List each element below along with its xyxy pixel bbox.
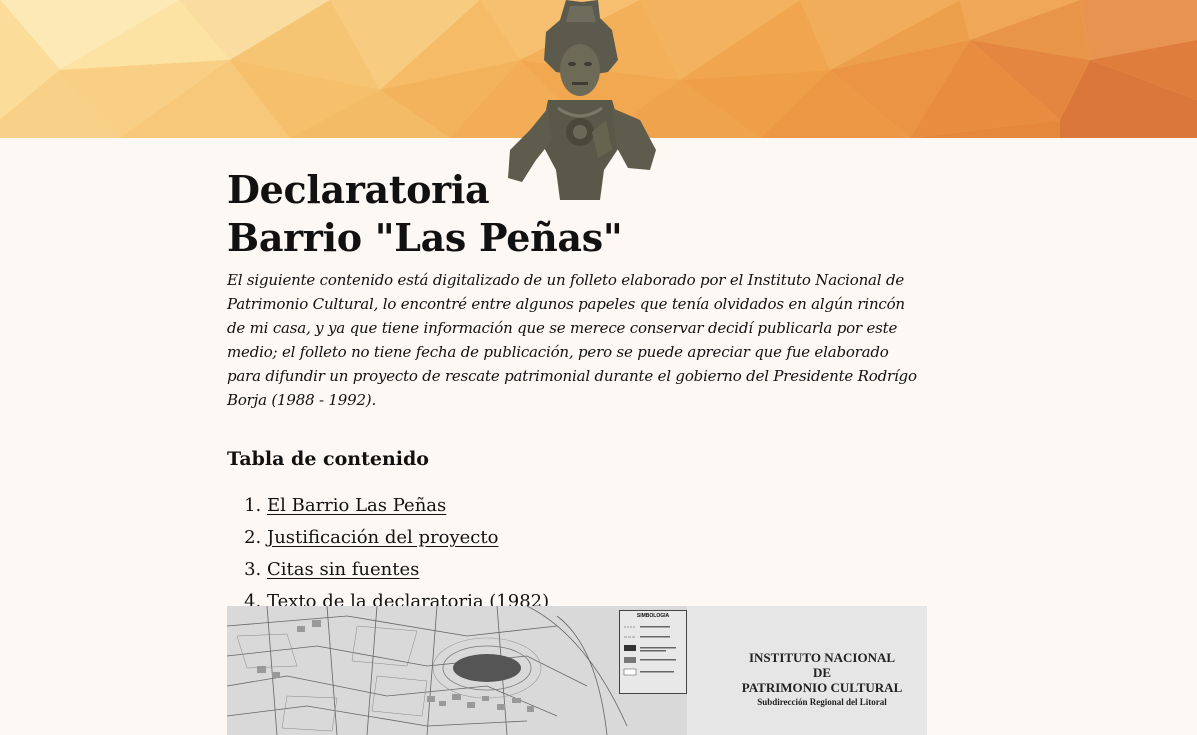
toc-link-justificacion[interactable]: Justificación del proyecto <box>267 527 498 548</box>
title-line-1: Declaratoria <box>227 167 490 212</box>
institute-heading: INSTITUTO NACIONAL DE PATRIMONIO CULTURA… <box>707 650 927 708</box>
map-legend: SIMBOLOGIA <box>619 610 687 694</box>
article-content: Declaratoria Barrio "Las Peñas" El sigui… <box>227 166 927 618</box>
toc-link-citas[interactable]: Citas sin fuentes <box>267 559 419 580</box>
toc-item: El Barrio Las Peñas <box>267 490 927 522</box>
institute-line-4: Subdirección Regional del Litoral <box>757 697 887 707</box>
toc-heading: Tabla de contenido <box>227 448 429 470</box>
page-title: Declaratoria Barrio "Las Peñas" <box>227 166 927 262</box>
institute-line-1: INSTITUTO NACIONAL <box>748 650 896 665</box>
toc-item: Justificación del proyecto <box>267 522 927 554</box>
intro-paragraph: El siguiente contenido está digitalizado… <box>227 271 917 409</box>
title-line-2: Barrio "Las Peñas" <box>227 215 623 260</box>
institute-line-2: DE <box>812 665 832 680</box>
toc-item: Citas sin fuentes <box>267 554 927 586</box>
map-image: SIMBOLOGIA INSTITUTO NACIONAL DE PATRIMO… <box>227 606 927 735</box>
toc-link-barrio[interactable]: El Barrio Las Peñas <box>267 495 446 516</box>
table-of-contents: El Barrio Las Peñas Justificación del pr… <box>227 490 927 618</box>
institute-line-3: PATRIMONIO CULTURAL <box>741 680 903 695</box>
